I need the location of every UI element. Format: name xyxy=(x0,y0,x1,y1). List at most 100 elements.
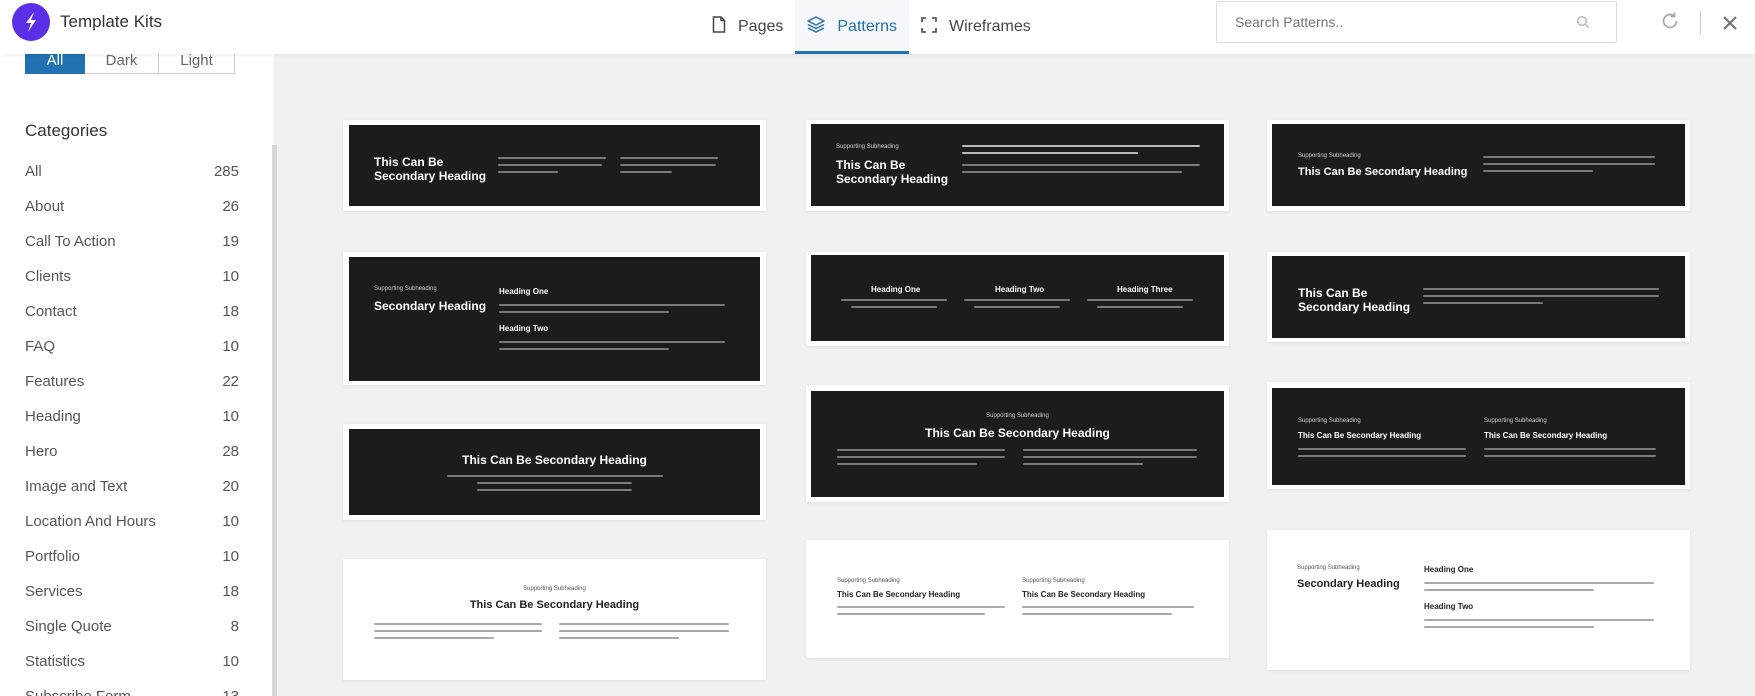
thumb-heading: This Can Be Secondary Heading xyxy=(1484,431,1608,440)
thumb-subheading: Supporting Subheading xyxy=(837,578,900,584)
thumb-heading: This Can Be Secondary Heading xyxy=(1298,166,1468,178)
pattern-card[interactable]: This Can Be Secondary Heading xyxy=(343,120,766,211)
thumb-heading: Heading Two xyxy=(995,285,1045,294)
category-count: 20 xyxy=(222,478,239,495)
thumb-heading: Heading Two xyxy=(1424,602,1474,611)
category-item[interactable]: Hero 28 xyxy=(25,434,239,469)
category-item[interactable]: Call To Action 19 xyxy=(25,224,239,259)
category-label: Portfolio xyxy=(25,548,81,565)
category-item[interactable]: Image and Text 20 xyxy=(25,469,239,504)
pattern-preview: This Can Be Secondary Heading xyxy=(349,429,760,515)
thumb-heading: Heading One xyxy=(1424,565,1474,574)
thumb-heading: This Can Be xyxy=(836,158,906,172)
search-icon[interactable] xyxy=(1576,15,1590,34)
thumb-heading: This Can Be Secondary Heading xyxy=(469,599,640,611)
tab-pages[interactable]: Pages xyxy=(700,0,795,54)
category-count: 26 xyxy=(222,198,239,215)
pattern-preview: Heading One Heading Two Heading Three xyxy=(811,255,1224,341)
filter-all-button[interactable]: All xyxy=(25,54,85,74)
category-item[interactable]: Heading 10 xyxy=(25,399,239,434)
pattern-card[interactable]: Supporting Subheading This Can Be Second… xyxy=(806,385,1229,502)
category-label: Single Quote xyxy=(25,618,112,635)
search-input[interactable] xyxy=(1233,2,1567,42)
category-item[interactable]: Features 22 xyxy=(25,364,239,399)
category-label: All xyxy=(25,163,42,180)
page-icon xyxy=(712,16,726,38)
close-icon[interactable] xyxy=(1719,9,1741,40)
sidebar: All Dark Light Categories All 285 About 26… xyxy=(0,54,274,696)
layers-icon xyxy=(807,16,826,38)
pattern-preview: Supporting Subheading This Can Be Second… xyxy=(811,391,1224,497)
category-count: 10 xyxy=(222,513,239,530)
pattern-card[interactable]: Supporting Subheading This Can Be Second… xyxy=(1267,120,1690,211)
top-bar: Template Kits Pages Patterns Wireframes xyxy=(0,0,1755,54)
thumb-subheading: Supporting Subheading xyxy=(1022,578,1085,584)
category-label: FAQ xyxy=(25,338,56,355)
thumb-heading: This Can Be xyxy=(1298,286,1368,300)
tab-patterns[interactable]: Patterns xyxy=(795,0,909,54)
thumb-heading: This Can Be Secondary Heading xyxy=(462,453,647,467)
category-item[interactable]: Portfolio 10 xyxy=(25,539,239,574)
category-count: 19 xyxy=(222,233,239,250)
pattern-card[interactable]: This Can Be Secondary Heading xyxy=(343,424,766,520)
sidebar-scrollbar[interactable] xyxy=(272,145,277,696)
thumb-heading: This Can Be Secondary Heading xyxy=(837,590,961,599)
pattern-card[interactable]: Supporting Subheading This Can Be Second… xyxy=(343,559,766,680)
category-item[interactable]: About 26 xyxy=(25,189,239,224)
pattern-card[interactable]: Supporting Subheading This Can Be Second… xyxy=(806,540,1229,658)
thumb-subheading: Supporting Subheading xyxy=(836,144,899,150)
filter-dark-button[interactable]: Dark xyxy=(85,54,159,74)
category-item[interactable]: Single Quote 8 xyxy=(25,609,239,644)
pattern-card[interactable]: Supporting Subheading Secondary Heading … xyxy=(1267,530,1690,670)
pattern-card[interactable]: Supporting Subheading This Can Be Second… xyxy=(1267,382,1690,489)
thumb-heading: Secondary Heading xyxy=(374,169,487,183)
category-label: Statistics xyxy=(25,653,86,670)
thumb-subheading: Supporting Subheading xyxy=(1298,418,1361,424)
category-label: Location And Hours xyxy=(25,513,156,530)
thumb-heading: This Can Be xyxy=(374,155,444,169)
refresh-icon[interactable] xyxy=(1659,10,1681,37)
pattern-card[interactable]: Supporting Subheading This Can Be Second… xyxy=(806,120,1229,211)
tab-bar: Pages Patterns Wireframes xyxy=(700,0,1043,54)
category-label: Clients xyxy=(25,268,71,285)
category-label: Heading xyxy=(25,408,81,425)
category-count: 10 xyxy=(222,653,239,670)
category-item[interactable]: Services 18 xyxy=(25,574,239,609)
thumb-heading: This Can Be Secondary Heading xyxy=(1298,431,1422,440)
tab-wireframes[interactable]: Wireframes xyxy=(909,0,1043,54)
category-item[interactable]: Clients 10 xyxy=(25,259,239,294)
category-label: Contact xyxy=(25,303,77,320)
thumb-heading: Secondary Heading xyxy=(836,172,949,186)
pattern-preview: Supporting Subheading Secondary Heading … xyxy=(349,257,760,381)
tab-patterns-label: Patterns xyxy=(837,18,897,35)
category-item[interactable]: All 285 xyxy=(25,154,239,189)
category-label: Subscribe Form xyxy=(25,688,131,696)
filter-light-button[interactable]: Light xyxy=(159,54,235,74)
category-count: 8 xyxy=(230,618,239,635)
pattern-card[interactable]: This Can Be Secondary Heading xyxy=(1267,252,1690,342)
category-count: 13 xyxy=(222,688,239,696)
category-item[interactable]: Statistics 10 xyxy=(25,644,239,679)
thumb-heading: Secondary Heading xyxy=(374,299,487,313)
category-count: 28 xyxy=(222,443,239,460)
logo-icon xyxy=(12,3,50,41)
category-item[interactable]: Location And Hours 10 xyxy=(25,504,239,539)
thumb-heading: Secondary Heading xyxy=(1297,578,1400,590)
thumb-subheading: Supporting Subheading xyxy=(1484,418,1547,424)
pattern-preview: Supporting Subheading This Can Be Second… xyxy=(1272,124,1685,206)
search-box xyxy=(1216,1,1617,43)
pattern-preview: This Can Be Secondary Heading xyxy=(349,125,760,206)
category-label: About xyxy=(25,198,65,215)
category-label: Image and Text xyxy=(25,478,128,495)
category-item[interactable]: Subscribe Form 13 xyxy=(25,679,239,696)
category-count: 10 xyxy=(222,548,239,565)
category-item[interactable]: FAQ 10 xyxy=(25,329,239,364)
pattern-card[interactable]: Supporting Subheading Secondary Heading … xyxy=(343,252,766,385)
thumb-heading: Heading One xyxy=(871,285,921,294)
pattern-card[interactable]: Heading One Heading Two Heading Three xyxy=(806,252,1229,346)
category-list: All 285 About 26 Call To Action 19 Clients 1… xyxy=(25,154,239,696)
thumb-subheading: Supporting Subheading xyxy=(523,586,586,592)
pattern-preview: Supporting Subheading This Can Be Second… xyxy=(811,124,1224,206)
category-item[interactable]: Contact 18 xyxy=(25,294,239,329)
category-label: Call To Action xyxy=(25,233,116,250)
